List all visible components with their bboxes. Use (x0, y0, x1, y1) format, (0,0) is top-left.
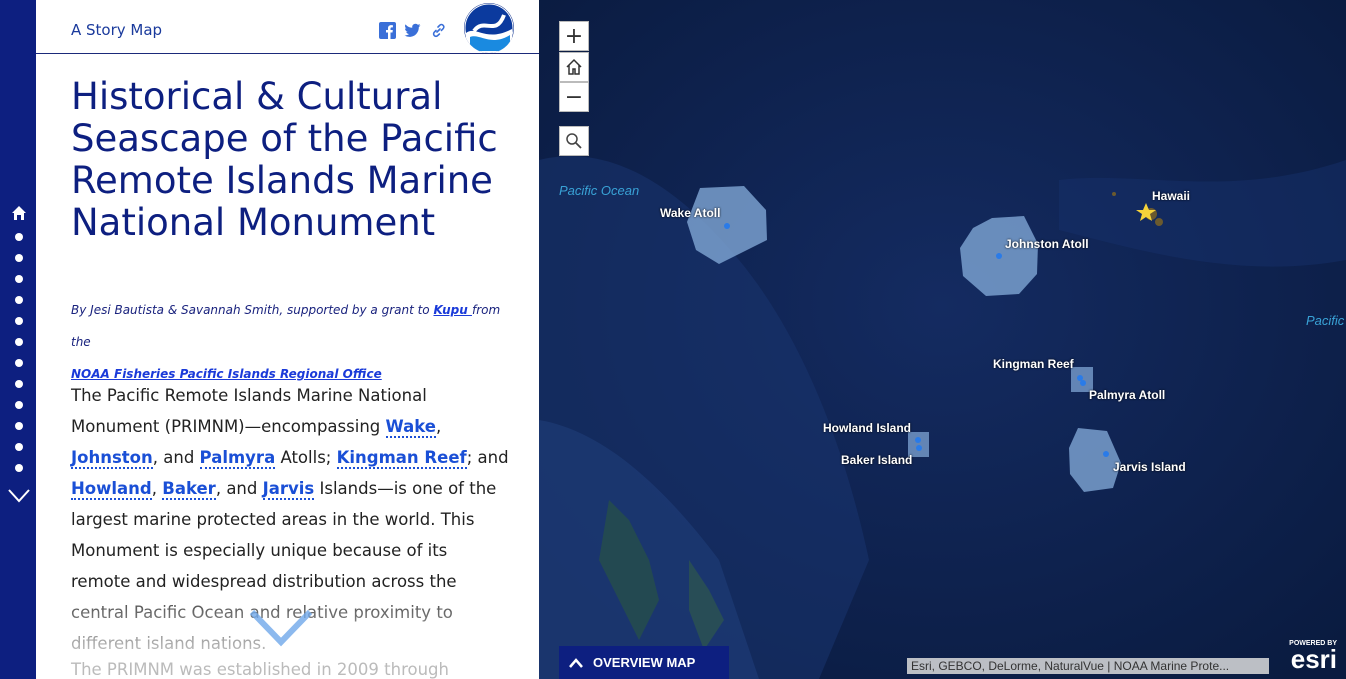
text-run: , (151, 479, 163, 498)
palmyra-link[interactable]: Palmyra (199, 448, 276, 469)
zoom-out-button[interactable]: − (559, 82, 589, 112)
search-button[interactable] (559, 126, 589, 156)
map-label-palmyra: Palmyra Atoll (1089, 388, 1166, 402)
noaa-logo[interactable] (464, 3, 514, 53)
nav-dot[interactable] (15, 254, 23, 262)
jarvis-link[interactable]: Jarvis (262, 479, 315, 500)
nav-dot[interactable] (15, 359, 23, 367)
story-nav-rail (0, 0, 36, 679)
map-label-johnston: Johnston Atoll (1005, 237, 1089, 251)
text-run: , and (152, 448, 200, 467)
johnston-link[interactable]: Johnston (71, 448, 153, 469)
kingman-link[interactable]: Kingman Reef (336, 448, 467, 469)
howland-link[interactable]: Howland (71, 479, 152, 500)
esri-wordmark: esri (1290, 644, 1337, 674)
second-paragraph: The PRIMNM was established in 2009 throu… (71, 660, 449, 679)
chevron-down-icon[interactable] (7, 486, 31, 504)
map-label-hawaii: Hawaii (1152, 189, 1191, 203)
byline: By Jesi Bautista & Savannah Smith, suppo… (71, 294, 511, 390)
wake-link[interactable]: Wake (385, 417, 436, 438)
nav-dot[interactable] (15, 443, 23, 451)
map-label-kingman: Kingman Reef (993, 357, 1074, 371)
zoom-in-button[interactable]: + (559, 21, 589, 51)
map-label-baker: Baker Island (841, 453, 913, 467)
nav-dot[interactable] (15, 233, 23, 241)
overview-map-label: OVERVIEW MAP (593, 655, 696, 670)
map-label-howland: Howland Island (823, 421, 912, 435)
map-attribution: Esri, GEBCO, DeLorme, NaturalVue | NOAA … (907, 658, 1269, 674)
ocean-label: Pacific Ocean (559, 183, 640, 198)
story-map-link[interactable]: A Story Map (71, 21, 162, 39)
noaa-office-link[interactable]: NOAA Fisheries Pacific Islands Regional … (71, 367, 382, 381)
nav-dot[interactable] (15, 401, 23, 409)
text-run: Atolls; (275, 448, 337, 467)
esri-logo[interactable]: POWERED BY esri (1277, 640, 1337, 674)
story-panel: A Story Map Historical & Cultural Seasca… (36, 0, 539, 679)
basemap (539, 0, 1346, 679)
map-label-wake: Wake Atoll (660, 206, 721, 220)
map-view[interactable]: + − Pacific Ocean Pacific Wake Atoll Joh… (539, 0, 1346, 679)
nav-dot[interactable] (15, 317, 23, 325)
home-icon[interactable] (11, 205, 27, 221)
nav-dot[interactable] (15, 380, 23, 388)
nav-dot[interactable] (15, 464, 23, 472)
ocean-label-right: Pacific (1306, 313, 1345, 328)
overview-map-button[interactable]: OVERVIEW MAP (559, 646, 729, 679)
baker-link[interactable]: Baker (162, 479, 216, 500)
text-run: ; and (466, 448, 509, 467)
nav-dot[interactable] (15, 275, 23, 283)
text-run: The Pacific Remote Islands Marine Nation… (71, 386, 427, 436)
text-run: , and (215, 479, 263, 498)
map-label-jarvis: Jarvis Island (1113, 460, 1186, 474)
home-extent-button[interactable] (559, 52, 589, 82)
story-header: A Story Map (36, 0, 539, 54)
search-icon (566, 133, 582, 149)
chevron-up-icon (569, 657, 583, 668)
text-run: , (435, 417, 442, 436)
nav-dot[interactable] (15, 338, 23, 346)
facebook-icon[interactable] (379, 22, 396, 39)
nav-dot[interactable] (15, 296, 23, 304)
twitter-icon[interactable] (404, 22, 421, 39)
home-icon (566, 58, 582, 75)
scroll-down-chevron-icon[interactable] (248, 608, 314, 648)
byline-prefix: By Jesi Bautista & Savannah Smith, suppo… (71, 303, 434, 317)
kupu-link[interactable]: Kupu (433, 303, 472, 317)
page-title: Historical & Cultural Seascape of the Pa… (71, 75, 498, 244)
nav-dot[interactable] (15, 422, 23, 430)
link-icon[interactable] (430, 22, 447, 39)
